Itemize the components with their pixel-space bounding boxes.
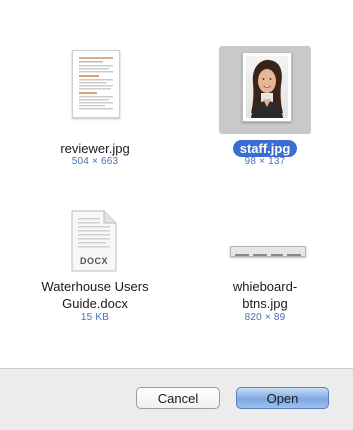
file-name-line2: btns.jpg	[242, 296, 288, 311]
file-item-whieboard-btns[interactable]: whieboard- btns.jpg 820 × 89	[190, 205, 340, 355]
open-file-dialog: reviewer.jpg 504 × 663 staff.jpg 98 × 13…	[0, 0, 353, 430]
docx-file-icon: DOCX	[70, 210, 118, 272]
selected-name-pill: staff.jpg	[232, 140, 298, 157]
file-name-line2: Guide.docx	[62, 296, 128, 311]
open-button[interactable]: Open	[236, 387, 329, 409]
file-name: reviewer.jpg	[60, 141, 130, 156]
file-item-reviewer[interactable]: reviewer.jpg 504 × 663	[20, 40, 170, 180]
file-name-selected: staff.jpg	[190, 140, 340, 157]
portrait-photo-icon	[246, 56, 288, 118]
cancel-button[interactable]: Cancel	[136, 387, 220, 409]
whieboard-thumbnail	[230, 246, 306, 257]
file-dimensions: 820 × 89	[244, 312, 286, 323]
docx-badge: DOCX	[79, 256, 108, 266]
staff-thumbnail	[242, 52, 292, 122]
document-preview-icon	[79, 57, 113, 110]
file-dimensions: 504 × 663	[71, 156, 119, 167]
file-name-line1: whieboard-	[232, 279, 298, 294]
button-strip-icon	[235, 254, 301, 256]
file-dimensions: 98 × 137	[244, 156, 286, 167]
file-name-line1: Waterhouse Users	[41, 279, 149, 294]
file-browser-grid: reviewer.jpg 504 × 663 staff.jpg 98 × 13…	[0, 0, 353, 369]
reviewer-thumbnail	[72, 50, 120, 118]
dialog-button-bar: Cancel Open	[0, 369, 353, 430]
file-size: 15 KB	[80, 312, 110, 323]
file-item-staff[interactable]: staff.jpg 98 × 137	[190, 40, 340, 180]
file-item-waterhouse-guide[interactable]: DOCX Waterhouse Users Guide.docx 15 KB	[20, 205, 170, 355]
